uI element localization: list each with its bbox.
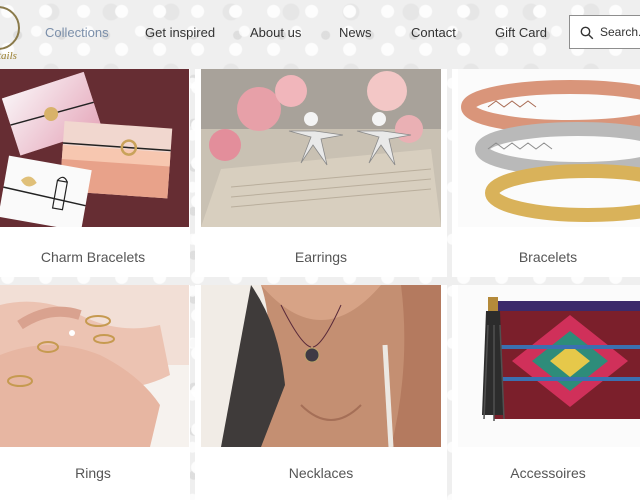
collection-card-rings[interactable]: Rings xyxy=(0,285,190,500)
collection-card-necklaces[interactable]: Necklaces xyxy=(195,285,447,500)
collection-card-bracelets[interactable]: Bracelets xyxy=(452,69,640,277)
nav-about-us[interactable]: About us xyxy=(250,25,301,40)
nav-collections[interactable]: Collections xyxy=(45,25,109,40)
nav-get-inspired[interactable]: Get inspired xyxy=(145,25,215,40)
logo-text: tails xyxy=(0,50,17,62)
search-input[interactable]: Search... xyxy=(569,15,640,49)
collection-card-accessoires[interactable]: Accessoires xyxy=(452,285,640,500)
site-header: tails Collections Get inspired About us … xyxy=(0,0,640,66)
charm-bracelets-image xyxy=(0,69,189,227)
rings-image xyxy=(0,285,189,447)
earrings-image xyxy=(201,69,441,227)
collection-label: Earrings xyxy=(294,249,348,265)
nav-contact[interactable]: Contact xyxy=(411,25,456,40)
logo-emblem-icon xyxy=(0,6,20,50)
nav-news[interactable]: News xyxy=(339,25,372,40)
nav-gift-card[interactable]: Gift Card xyxy=(495,25,547,40)
collection-card-charm-bracelets[interactable]: Charm Bracelets xyxy=(0,69,190,277)
collection-label: Bracelets xyxy=(518,249,578,265)
collection-label: Necklaces xyxy=(288,465,354,481)
necklaces-image xyxy=(201,285,441,447)
collection-label: Rings xyxy=(75,465,111,481)
accessoires-image xyxy=(458,285,640,447)
collection-label: Charm Bracelets xyxy=(40,249,146,265)
search-placeholder: Search... xyxy=(600,25,640,39)
search-icon xyxy=(580,26,594,40)
brand-logo[interactable]: tails xyxy=(0,6,20,62)
collection-label: Accessoires xyxy=(510,465,586,481)
collection-card-earrings[interactable]: Earrings xyxy=(195,69,447,277)
bracelets-image xyxy=(458,69,640,227)
